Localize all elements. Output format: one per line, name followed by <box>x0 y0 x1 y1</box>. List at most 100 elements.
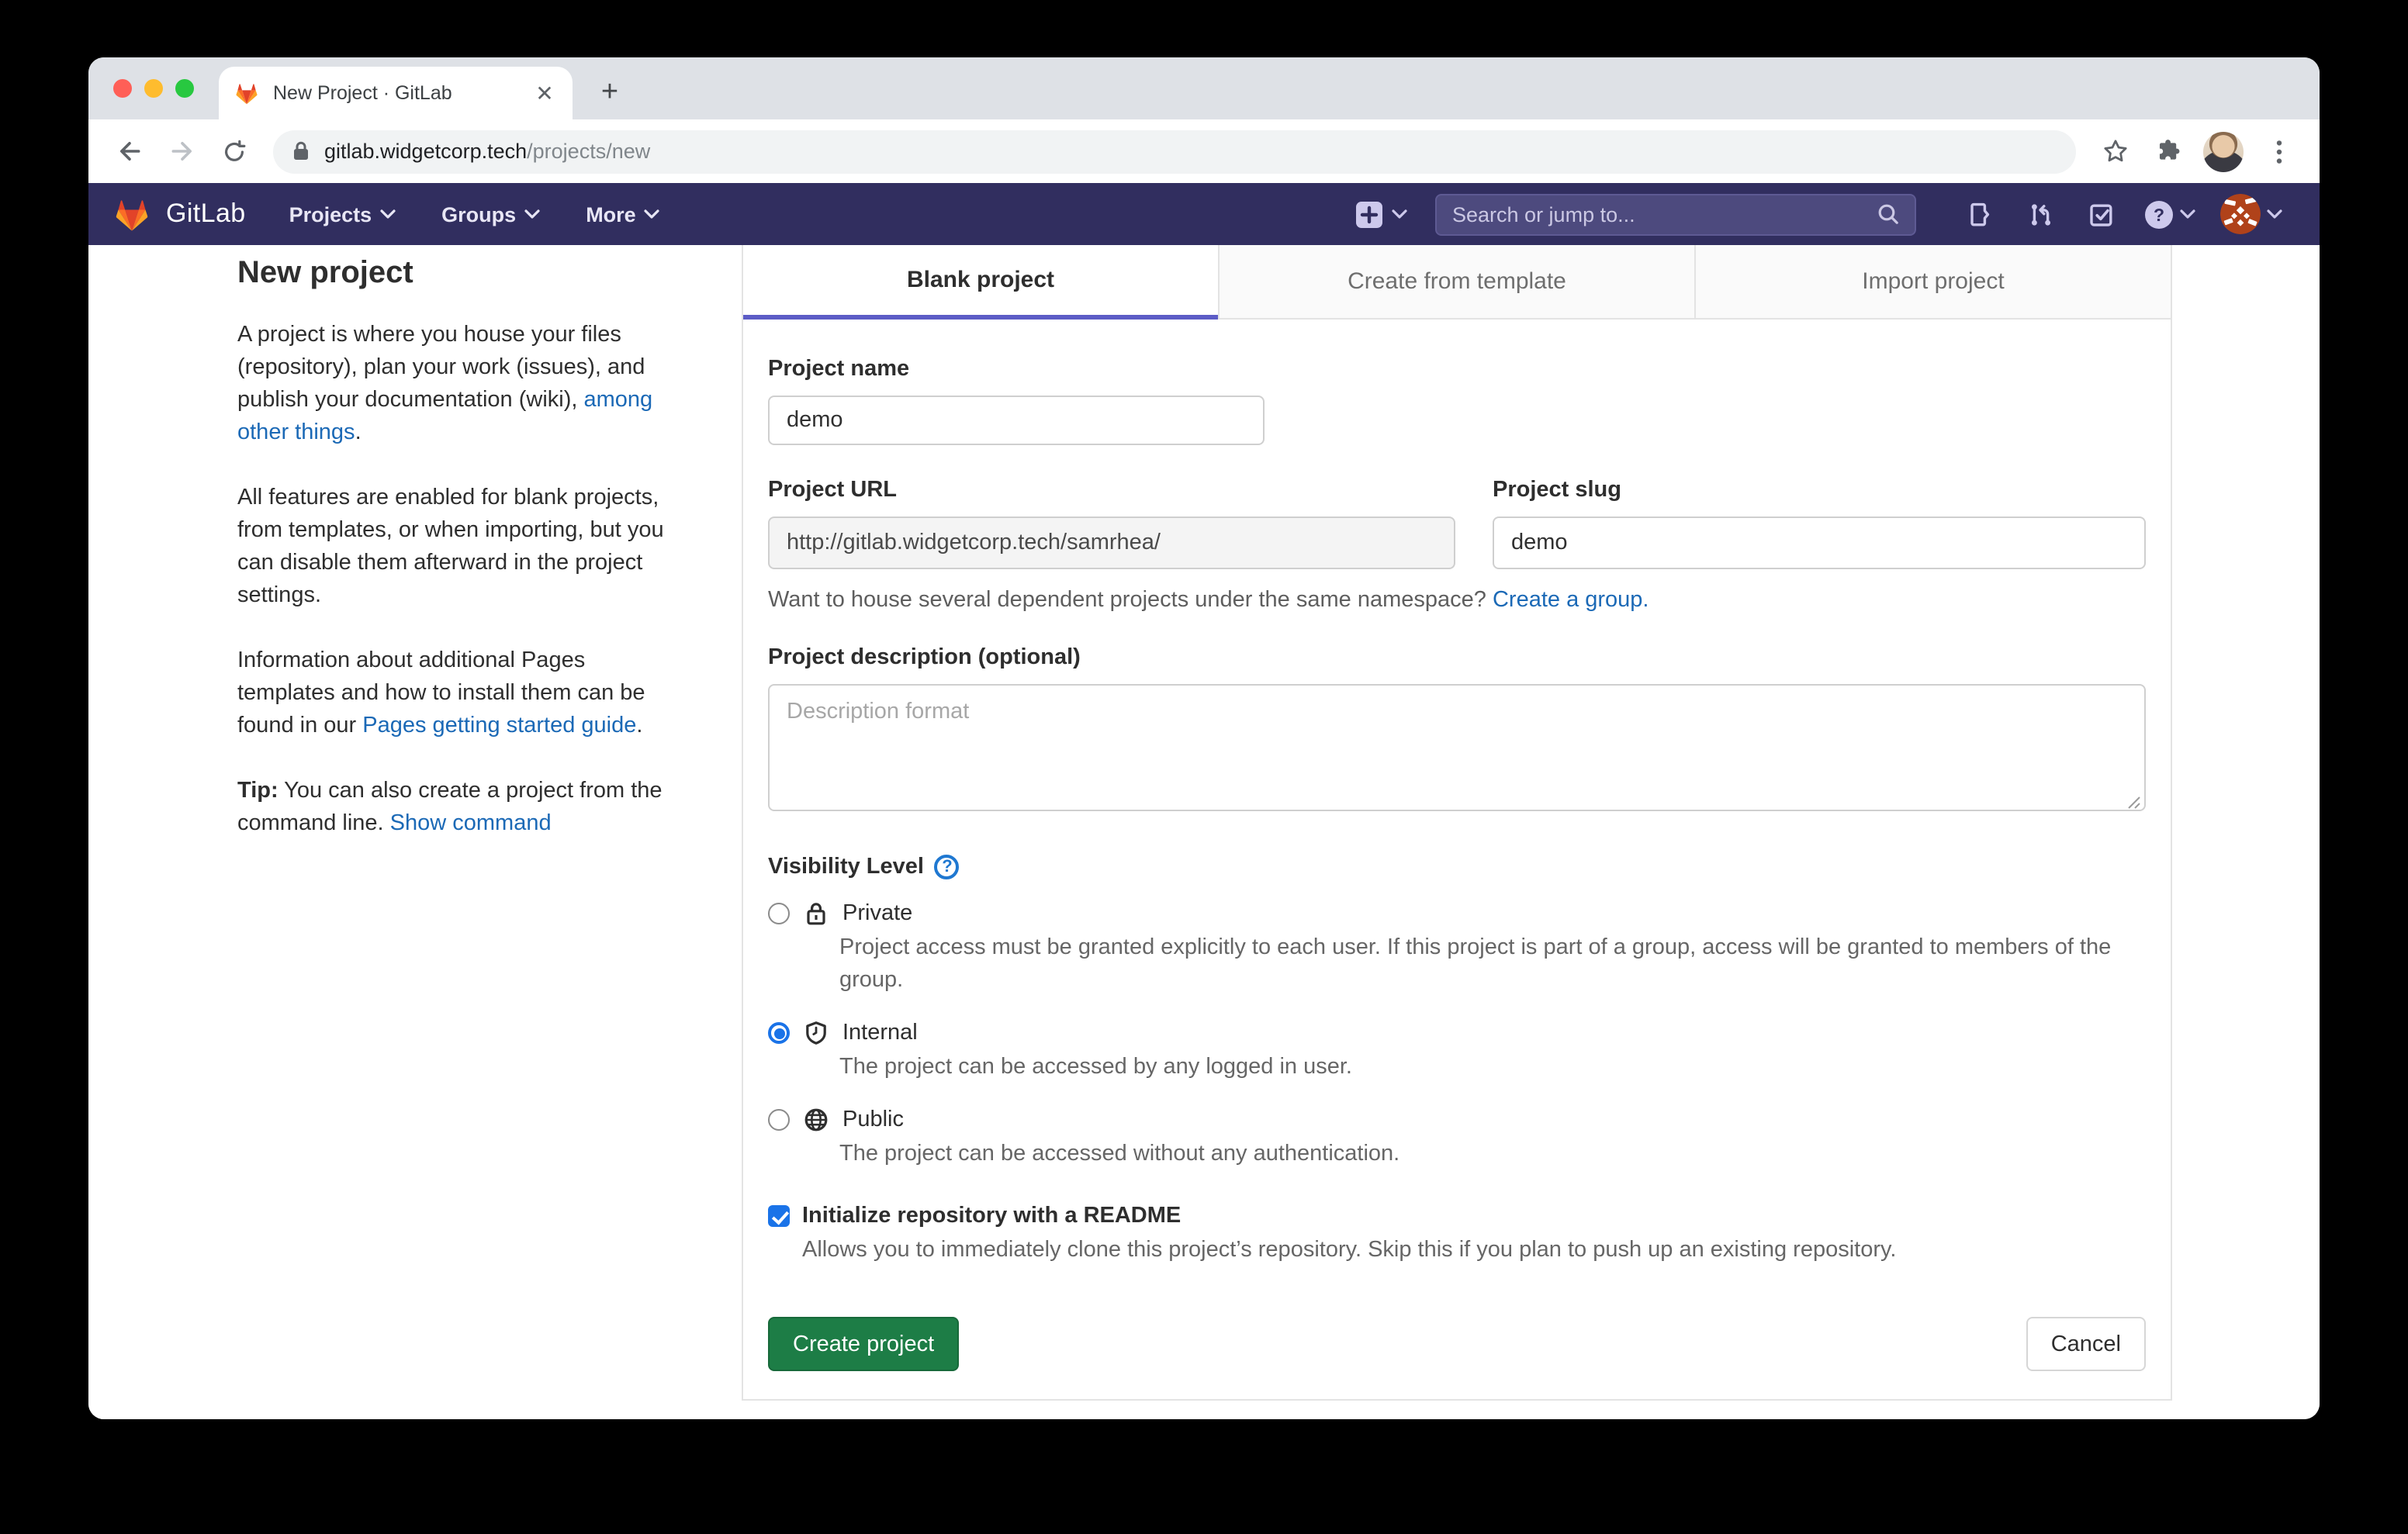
visibility-help-icon[interactable]: ? <box>935 855 960 879</box>
project-url-input[interactable] <box>768 517 1455 569</box>
readme-label: Initialize repository with a README <box>802 1204 1181 1228</box>
project-slug-input[interactable] <box>1493 517 2146 569</box>
new-menu-button[interactable] <box>1354 199 1407 229</box>
chevron-down-icon <box>2180 209 2195 219</box>
new-tab-button[interactable]: + <box>588 71 631 115</box>
public-description: The project can be accessed without any … <box>839 1138 2146 1171</box>
search-input[interactable]: Search or jump to... <box>1435 193 1916 235</box>
help-menu[interactable]: ? <box>2144 199 2195 229</box>
forward-icon[interactable] <box>161 131 202 171</box>
shield-icon <box>804 1021 829 1045</box>
chevron-down-icon <box>644 209 659 219</box>
tab-title: New Project · GitLab <box>273 82 532 104</box>
public-label: Public <box>842 1107 904 1132</box>
lock-icon <box>804 901 829 926</box>
search-icon <box>1877 203 1899 225</box>
extensions-puzzle-icon[interactable] <box>2147 131 2188 171</box>
create-a-group-link[interactable]: Create a group. <box>1493 588 1649 613</box>
help-icon: ? <box>2144 199 2174 229</box>
readme-checkbox[interactable] <box>768 1205 790 1227</box>
page-title: New project <box>237 256 675 292</box>
url-path: /projects/new <box>527 140 650 163</box>
new-project-panel: Blank project Create from template Impor… <box>742 245 2172 1401</box>
textarea-resize-handle[interactable] <box>2127 796 2141 810</box>
internal-label: Internal <box>842 1021 918 1045</box>
visibility-option-private: Private Project access must be granted e… <box>768 901 2146 997</box>
gitlab-wordmark: GitLab <box>166 199 246 230</box>
page-content: New project A project is where you house… <box>88 245 2320 1419</box>
menu-groups[interactable]: Groups <box>441 202 539 226</box>
project-slug-label: Project slug <box>1493 478 2146 503</box>
user-menu[interactable] <box>2220 194 2282 234</box>
browser-window: New Project · GitLab ✕ + gitlab.widgetco… <box>88 57 2320 1419</box>
bookmark-star-icon[interactable] <box>2095 131 2135 171</box>
browser-profile-avatar[interactable] <box>2203 131 2244 171</box>
public-radio[interactable] <box>768 1109 790 1131</box>
visibility-option-internal: Internal The project can be accessed by … <box>768 1021 2146 1084</box>
browser-menu-icon[interactable] <box>2259 131 2299 171</box>
merge-requests-icon[interactable] <box>2028 201 2054 227</box>
readme-section: Initialize repository with a README Allo… <box>768 1204 2146 1263</box>
readme-description: Allows you to immediately clone this pro… <box>802 1238 2146 1263</box>
sidebar-paragraph: A project is where you house your files … <box>237 320 675 450</box>
issues-icon[interactable] <box>1967 201 1994 227</box>
close-window-button[interactable] <box>113 79 132 98</box>
chevron-down-icon <box>2267 209 2282 219</box>
zoom-window-button[interactable] <box>175 79 194 98</box>
menu-more[interactable]: More <box>586 202 659 226</box>
back-icon[interactable] <box>109 131 149 171</box>
browser-tab[interactable]: New Project · GitLab ✕ <box>219 67 573 119</box>
internal-radio[interactable] <box>768 1022 790 1044</box>
private-label: Private <box>842 901 912 926</box>
private-radio[interactable] <box>768 903 790 924</box>
browser-toolbar: gitlab.widgetcorp.tech/projects/new <box>88 119 2320 183</box>
gitlab-logo-icon <box>113 195 150 233</box>
blank-project-form: Project name Project URL Project slug Wa… <box>743 320 2171 1399</box>
gitlab-navbar-right: Search or jump to... <box>1354 193 2295 235</box>
chevron-down-icon <box>524 209 539 219</box>
globe-icon <box>804 1107 829 1132</box>
https-lock-icon[interactable] <box>292 141 310 161</box>
url-host: gitlab.widgetcorp.tech <box>324 140 527 163</box>
show-command-link[interactable]: Show command <box>390 811 552 836</box>
create-project-button[interactable]: Create project <box>768 1317 959 1371</box>
chevron-down-icon <box>1392 209 1407 219</box>
refresh-icon[interactable] <box>214 131 254 171</box>
project-name-label: Project name <box>768 357 2146 382</box>
gitlab-menu: Projects Groups More <box>289 202 659 226</box>
project-name-input[interactable] <box>768 396 1265 445</box>
tab-blank-project[interactable]: Blank project <box>743 245 1218 320</box>
tab-import-project[interactable]: Import project <box>1694 245 2171 320</box>
search-placeholder: Search or jump to... <box>1452 202 1877 226</box>
tab-create-from-template[interactable]: Create from template <box>1218 245 1694 320</box>
project-description-label: Project description (optional) <box>768 645 2146 670</box>
menu-projects[interactable]: Projects <box>289 202 396 226</box>
todos-icon[interactable] <box>2088 201 2115 227</box>
chevron-down-icon <box>379 209 395 219</box>
gitlab-navbar: GitLab Projects Groups More <box>88 183 2320 245</box>
internal-description: The project can be accessed by any logge… <box>839 1052 2146 1084</box>
cancel-button[interactable]: Cancel <box>2026 1317 2146 1371</box>
gitlab-brand[interactable]: GitLab <box>113 195 246 233</box>
minimize-window-button[interactable] <box>144 79 163 98</box>
browser-tab-strip: New Project · GitLab ✕ + <box>88 57 2320 119</box>
visibility-level-label: Visibility Level <box>768 855 924 879</box>
screen: New Project · GitLab ✕ + gitlab.widgetco… <box>0 0 2408 1534</box>
sidebar-tip: Tip: You can also create a project from … <box>237 776 675 841</box>
window-controls <box>113 79 194 98</box>
address-bar[interactable]: gitlab.widgetcorp.tech/projects/new <box>273 130 2076 173</box>
private-description: Project access must be granted explicitl… <box>839 932 2146 997</box>
gitlab-favicon-icon <box>234 81 259 105</box>
project-url-label: Project URL <box>768 478 1455 503</box>
svg-text:?: ? <box>2154 204 2164 224</box>
tab-close-icon[interactable]: ✕ <box>532 81 557 105</box>
sidebar-description: New project A project is where you house… <box>237 256 675 873</box>
project-type-tabs: Blank project Create from template Impor… <box>743 245 2171 320</box>
sidebar-paragraph: Information about additional Pages templ… <box>237 645 675 743</box>
user-avatar <box>2220 194 2261 234</box>
namespace-hint: Want to house several dependent projects… <box>768 588 2146 613</box>
visibility-option-public: Public The project can be accessed witho… <box>768 1107 2146 1171</box>
sidebar-paragraph: All features are enabled for blank proje… <box>237 482 675 613</box>
project-description-textarea[interactable] <box>768 684 2146 811</box>
pages-guide-link[interactable]: Pages getting started guide <box>362 713 636 738</box>
